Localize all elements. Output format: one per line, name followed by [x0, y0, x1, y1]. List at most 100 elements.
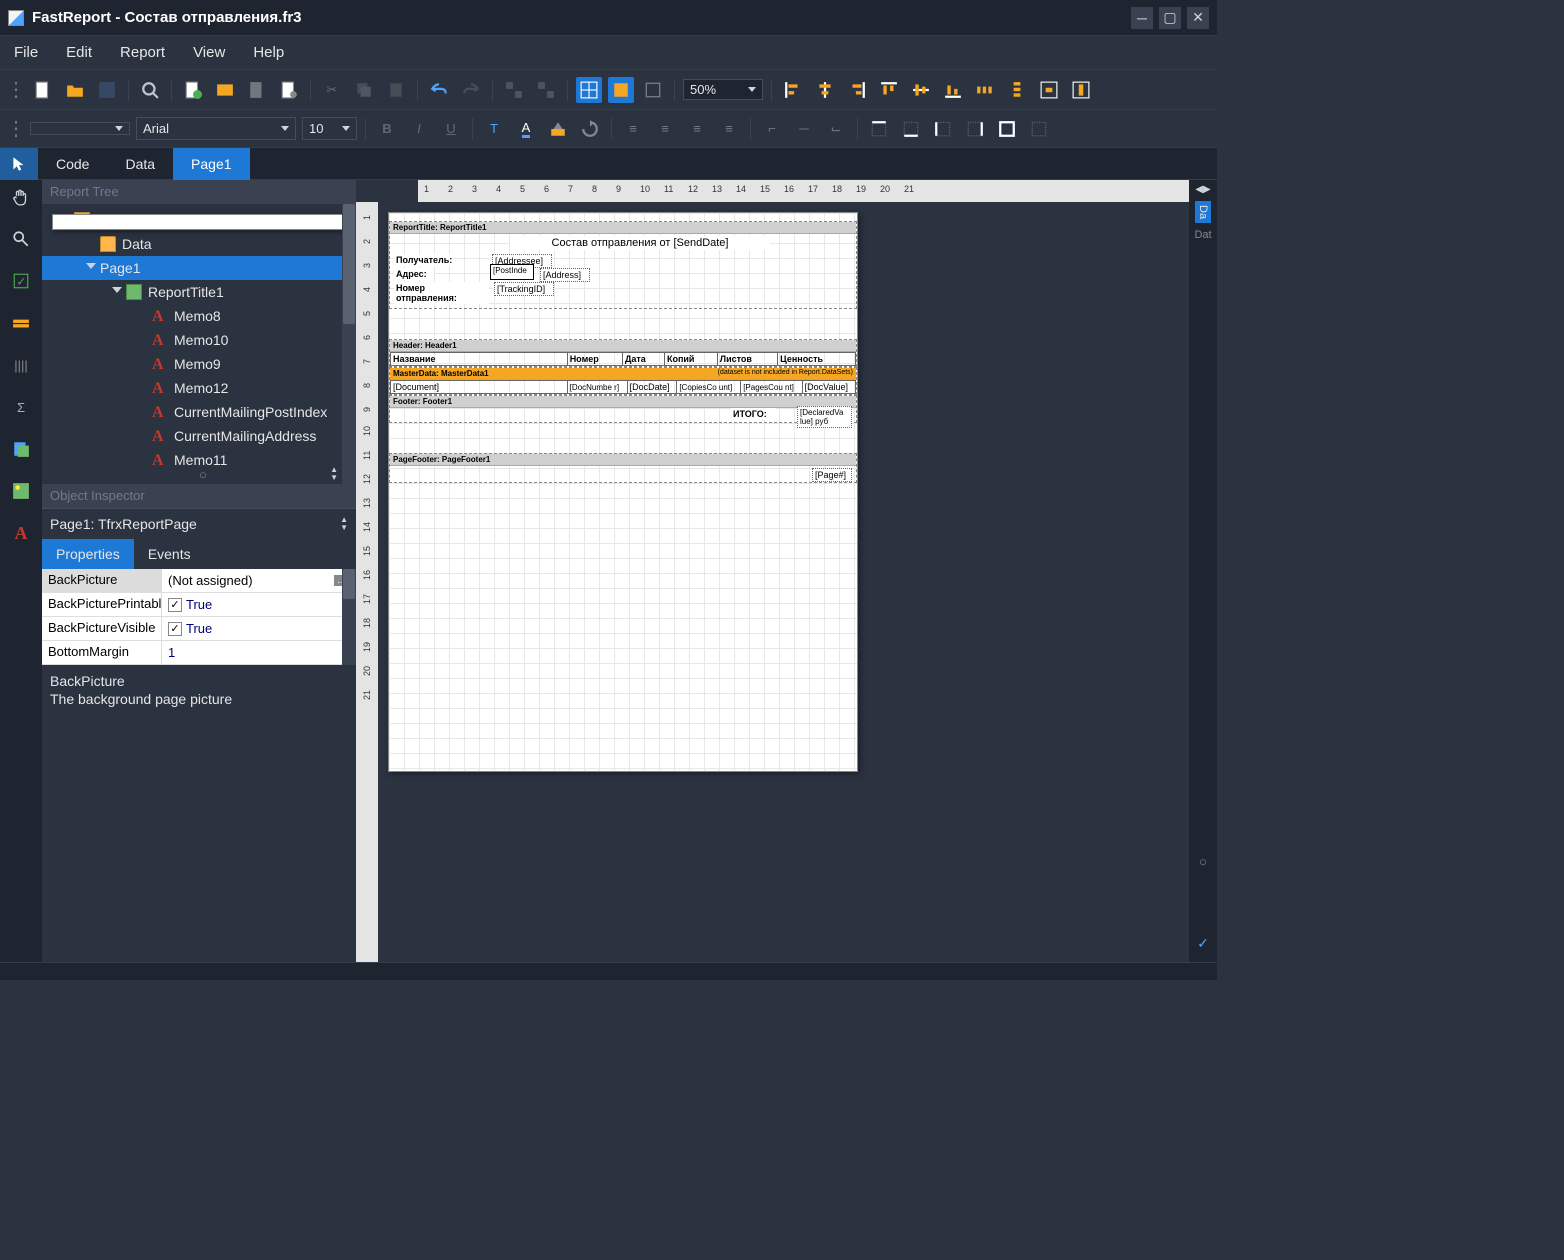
show-grid-icon[interactable]: [576, 77, 602, 103]
align-bottom-icon[interactable]: [940, 77, 966, 103]
band-reporttitle[interactable]: ReportTitle: ReportTitle1 Состав отправл…: [389, 221, 857, 309]
right-dock-arrows[interactable]: ◀▶: [1195, 184, 1210, 195]
page-viewport[interactable]: ReportTitle: ReportTitle1 Состав отправл…: [378, 202, 1189, 962]
frame-bottom-icon[interactable]: [898, 116, 924, 142]
tab-code[interactable]: Code: [38, 148, 107, 180]
memo-recipient-lbl[interactable]: Получатель:: [394, 254, 454, 266]
align-left-icon[interactable]: [780, 77, 806, 103]
prop-BottomMargin[interactable]: BottomMargin1: [42, 641, 356, 665]
tree-node-currentmailingpostindex[interactable]: ACurrentMailingPostIndex: [42, 400, 356, 424]
grid-align-icon[interactable]: [640, 77, 666, 103]
tree-node-currentmailingaddress[interactable]: ACurrentMailingAddress: [42, 424, 356, 448]
text-tool-icon[interactable]: ✓: [10, 270, 32, 292]
new-icon[interactable]: [30, 77, 56, 103]
align-right-icon[interactable]: [844, 77, 870, 103]
align-middle-icon[interactable]: [908, 77, 934, 103]
picture-tool-icon[interactable]: [10, 480, 32, 502]
zoom-combo[interactable]: 50%: [683, 79, 763, 100]
ungroup-icon[interactable]: [533, 77, 559, 103]
master-table[interactable]: [Document] [DocNumbe r] [DocDate] [Copie…: [390, 380, 856, 394]
italic-icon[interactable]: I: [406, 116, 432, 142]
frame-all-icon[interactable]: [994, 116, 1020, 142]
preview-icon[interactable]: [137, 77, 163, 103]
report-page[interactable]: ReportTitle: ReportTitle1 Состав отправл…: [388, 212, 858, 772]
font-size-combo[interactable]: 10: [302, 117, 357, 140]
font-settings-icon[interactable]: T: [481, 116, 507, 142]
valign-mid-icon[interactable]: ─: [791, 116, 817, 142]
menu-edit[interactable]: Edit: [66, 44, 92, 61]
prop-BackPicture[interactable]: BackPicture(Not assigned)…: [42, 569, 356, 593]
property-grid[interactable]: BackPicture(Not assigned)…BackPicturePri…: [42, 569, 356, 665]
frame-right-icon[interactable]: [962, 116, 988, 142]
align-top-icon[interactable]: [876, 77, 902, 103]
tree-node-memo8[interactable]: AMemo8: [42, 304, 356, 328]
right-tab-data[interactable]: Da: [1195, 201, 1211, 223]
menu-help[interactable]: Help: [253, 44, 284, 61]
style-combo[interactable]: [30, 122, 130, 135]
memo-address[interactable]: [Address]: [540, 268, 590, 282]
toolbar-grip[interactable]: ⋮: [6, 77, 24, 102]
memo-title[interactable]: Состав отправления от [SendDate]: [510, 236, 770, 250]
text-right-icon[interactable]: ≡: [684, 116, 710, 142]
text-justify-icon[interactable]: ≡: [716, 116, 742, 142]
prop-BackPictureVisible[interactable]: BackPictureVisible✓True: [42, 617, 356, 641]
header-table[interactable]: Название НомерДата КопийЛистовЦенность: [390, 352, 856, 366]
font-name-combo[interactable]: Arial: [136, 117, 296, 140]
band-pagefooter[interactable]: PageFooter: PageFooter1 [Page#]: [389, 453, 857, 483]
text-center-icon[interactable]: ≡: [652, 116, 678, 142]
new-page-icon[interactable]: [180, 77, 206, 103]
open-icon[interactable]: [62, 77, 88, 103]
tree-node-reporttitle1[interactable]: ReportTitle1: [42, 280, 356, 304]
underline-icon[interactable]: U: [438, 116, 464, 142]
memo-total[interactable]: ИТОГО:: [731, 408, 776, 420]
band-footer[interactable]: Footer: Footer1 ИТОГО: [DeclaredVa lue] …: [389, 395, 857, 423]
select-tool-icon[interactable]: [0, 148, 38, 180]
maximize-button[interactable]: ▢: [1159, 7, 1181, 29]
report-tree[interactable]: ReportDataPage1ReportTitle1AMemo8AMemo10…: [42, 204, 356, 484]
inspector-object-combo[interactable]: Page1: TfrxReportPage▲▼: [42, 509, 356, 539]
text-left-icon[interactable]: ≡: [620, 116, 646, 142]
frame-top-icon[interactable]: [866, 116, 892, 142]
barcode-tool-icon[interactable]: ||||: [10, 354, 32, 376]
check-icon[interactable]: ✓: [1197, 935, 1209, 952]
cut-icon[interactable]: ✂: [319, 77, 345, 103]
tree-node-memo10[interactable]: AMemo10: [42, 328, 356, 352]
memo-addr-lbl[interactable]: Адрес:: [394, 268, 434, 280]
memo-tool-icon[interactable]: A: [10, 522, 32, 544]
tree-node-page1[interactable]: Page1: [42, 256, 356, 280]
sys-tool-icon[interactable]: Σ: [10, 396, 32, 418]
right-tab-data2[interactable]: Dat: [1194, 229, 1211, 241]
group-icon[interactable]: [501, 77, 527, 103]
tree-node-memo9[interactable]: AMemo9: [42, 352, 356, 376]
valign-bot-icon[interactable]: ⌙: [823, 116, 849, 142]
band-masterdata[interactable]: MasterData: MasterData1(dataset is not i…: [389, 367, 857, 395]
tree-node-memo12[interactable]: AMemo12: [42, 376, 356, 400]
tab-page1[interactable]: Page1: [173, 148, 249, 180]
highlight-icon[interactable]: [545, 116, 571, 142]
align-center-h-icon[interactable]: [812, 77, 838, 103]
tab-properties[interactable]: Properties: [42, 539, 134, 569]
zoom-tool-icon[interactable]: [10, 228, 32, 250]
memo-track[interactable]: [TrackingID]: [494, 282, 554, 296]
bold-icon[interactable]: B: [374, 116, 400, 142]
copy-icon[interactable]: [351, 77, 377, 103]
center-v-icon[interactable]: [1068, 77, 1094, 103]
space-v-icon[interactable]: [1004, 77, 1030, 103]
memo-pagenum[interactable]: [Page#]: [812, 468, 852, 482]
toolbar-grip[interactable]: ⋮: [6, 116, 24, 141]
props-scrollbar[interactable]: [342, 569, 356, 665]
memo-track-lbl[interactable]: Номер отправления:: [394, 282, 489, 304]
band-tool-icon[interactable]: [10, 312, 32, 334]
space-h-icon[interactable]: [972, 77, 998, 103]
tree-node-data[interactable]: Data: [42, 232, 356, 256]
undo-icon[interactable]: [426, 77, 452, 103]
snap-grid-icon[interactable]: [608, 77, 634, 103]
paste-icon[interactable]: [383, 77, 409, 103]
hand-tool-icon[interactable]: [10, 186, 32, 208]
frame-left-icon[interactable]: [930, 116, 956, 142]
tab-data[interactable]: Data: [107, 148, 173, 180]
tree-scrollbar[interactable]: [342, 204, 356, 484]
font-color-icon[interactable]: A: [513, 116, 539, 142]
rotate-icon[interactable]: [577, 116, 603, 142]
frame-none-icon[interactable]: [1026, 116, 1052, 142]
